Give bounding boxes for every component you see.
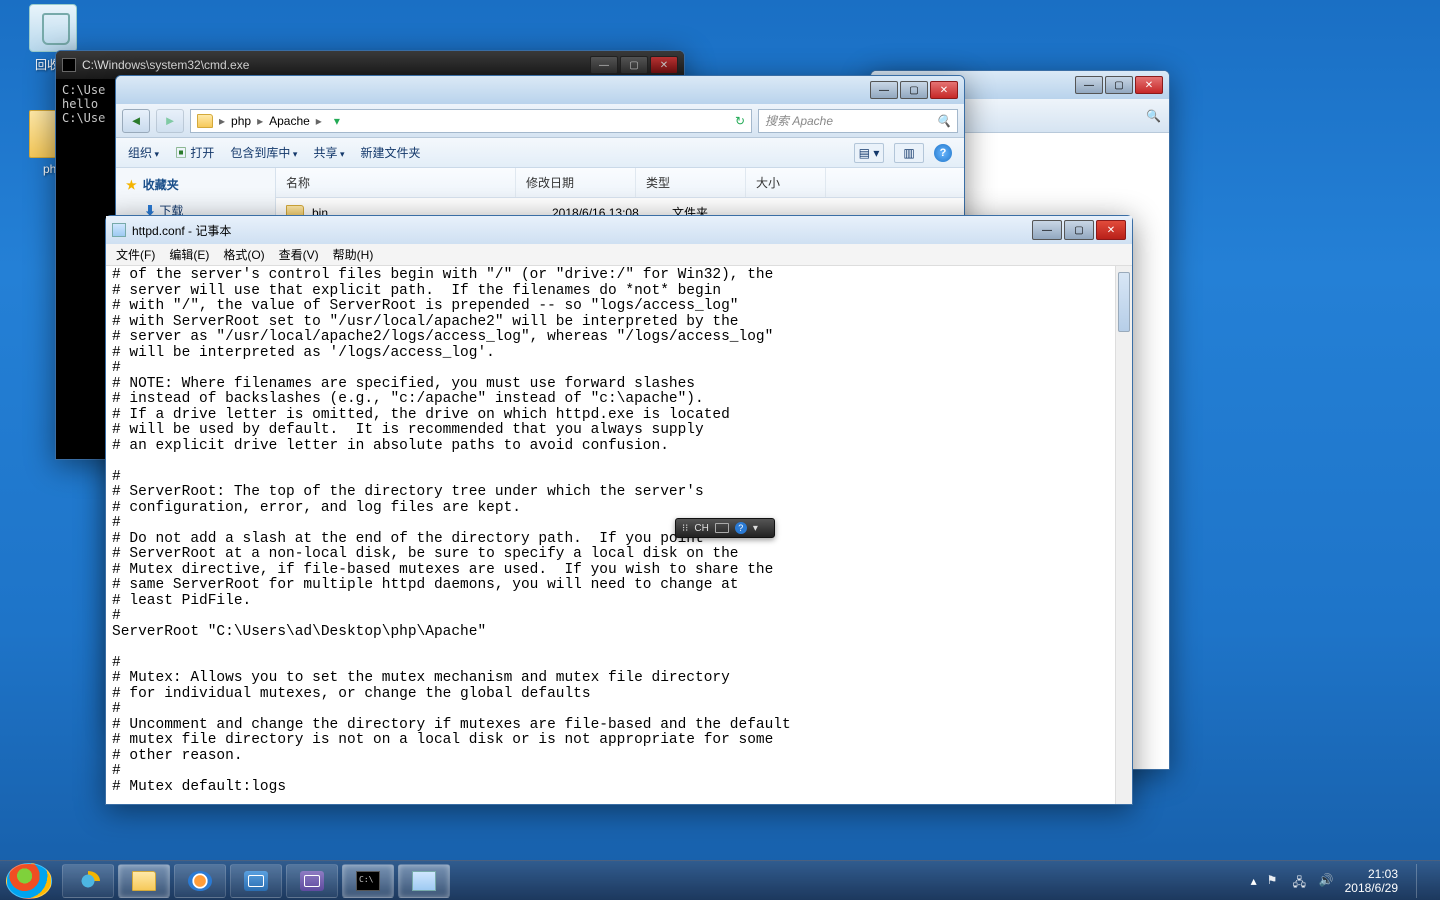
breadcrumb-sep: ▸ — [257, 114, 263, 128]
close-button[interactable]: ✕ — [1135, 76, 1163, 94]
minimize-button[interactable]: — — [590, 56, 618, 74]
search-icon: 🔍 — [936, 114, 951, 128]
sidebar-favorites[interactable]: ★收藏夹 — [126, 176, 265, 193]
menu-file[interactable]: 文件(F) — [110, 244, 161, 265]
taskbar-app[interactable] — [230, 864, 282, 898]
maximize-button[interactable]: ▢ — [620, 56, 648, 74]
preview-pane-button[interactable]: ▥ — [894, 143, 924, 163]
refresh-icon[interactable]: ↻ — [735, 114, 745, 128]
cmd-icon — [356, 871, 380, 891]
notepad-title: httpd.conf - 记事本 — [132, 222, 231, 239]
close-button[interactable]: ✕ — [1096, 220, 1126, 240]
col-size[interactable]: 大小 — [746, 168, 826, 197]
maximize-button[interactable]: ▢ — [900, 81, 928, 99]
tray-chevron-icon[interactable]: ▴ — [1251, 874, 1257, 888]
keyboard-icon[interactable] — [715, 523, 729, 533]
network-icon[interactable]: 🖧 — [1293, 873, 1309, 889]
menu-edit[interactable]: 编辑(E) — [163, 244, 215, 265]
refresh-button[interactable]: ▾ — [334, 114, 340, 128]
close-button[interactable]: ✕ — [650, 56, 678, 74]
breadcrumb-sep: ▸ — [316, 114, 322, 128]
cmd-icon — [62, 58, 76, 72]
taskbar-clock[interactable]: 21:03 2018/6/29 — [1345, 867, 1398, 895]
explorer-titlebar[interactable]: — ▢ ✕ — [116, 76, 964, 104]
taskbar-ie[interactable] — [62, 864, 114, 898]
search-placeholder: 搜索 Apache — [765, 112, 833, 129]
notepad-menubar: 文件(F) 编辑(E) 格式(O) 查看(V) 帮助(H) — [106, 244, 1132, 266]
system-tray: ▴ ⚑ 🖧 🔊 21:03 2018/6/29 — [1251, 864, 1434, 898]
menu-help[interactable]: 帮助(H) — [327, 244, 380, 265]
minimize-button[interactable]: — — [1075, 76, 1103, 94]
taskbar-explorer[interactable] — [118, 864, 170, 898]
toolbar-organize[interactable]: 组织 — [128, 144, 159, 161]
show-desktop-button[interactable] — [1416, 864, 1428, 898]
minimize-button[interactable]: — — [1032, 220, 1062, 240]
toolbar-share[interactable]: 共享 — [313, 144, 344, 161]
col-date[interactable]: 修改日期 — [516, 168, 636, 197]
search-icon[interactable]: 🔍 — [1146, 109, 1161, 123]
app-icon — [244, 871, 268, 891]
breadcrumb-seg[interactable]: php — [231, 114, 251, 128]
scrollbar-thumb[interactable] — [1118, 272, 1130, 332]
notepad-window[interactable]: httpd.conf - 记事本 — ▢ ✕ 文件(F) 编辑(E) 格式(O)… — [105, 215, 1133, 805]
toolbar-include[interactable]: 包含到库中 — [230, 144, 297, 161]
ime-options-icon[interactable]: ▾ — [753, 523, 758, 534]
taskbar-wmp[interactable] — [174, 864, 226, 898]
app-icon — [300, 871, 324, 891]
toolbar-open[interactable]: ▣ 打开 — [175, 144, 214, 161]
close-button[interactable]: ✕ — [930, 81, 958, 99]
breadcrumb-seg[interactable]: Apache — [269, 114, 310, 128]
start-button[interactable] — [6, 863, 52, 899]
notepad-icon — [412, 871, 436, 891]
col-type[interactable]: 类型 — [636, 168, 746, 197]
taskbar: ▴ ⚑ 🖧 🔊 21:03 2018/6/29 — [0, 860, 1440, 900]
explorer-nav-row: ◄ ► ▸ php ▸ Apache ▸ ▾ ↻ 搜索 Apache 🔍 — [116, 104, 964, 138]
view-button[interactable]: ▤ ▾ — [854, 143, 884, 163]
clock-date: 2018/6/29 — [1345, 881, 1398, 895]
folder-icon — [197, 114, 213, 128]
volume-icon[interactable]: 🔊 — [1319, 873, 1335, 889]
taskbar-notepad[interactable] — [398, 864, 450, 898]
column-headers[interactable]: 名称 修改日期 类型 大小 — [276, 168, 964, 198]
toolbar-newfolder[interactable]: 新建文件夹 — [361, 144, 421, 161]
search-input[interactable]: 搜索 Apache 🔍 — [758, 109, 958, 133]
ime-help-icon[interactable]: ? — [735, 522, 747, 534]
menu-view[interactable]: 查看(V) — [273, 244, 325, 265]
notepad-icon — [112, 223, 126, 237]
forward-button[interactable]: ► — [156, 109, 184, 133]
taskbar-cmd[interactable] — [342, 864, 394, 898]
explorer-toolbar: 组织 ▣ 打开 包含到库中 共享 新建文件夹 ▤ ▾ ▥ ? — [116, 138, 964, 168]
action-center-icon[interactable]: ⚑ — [1267, 873, 1283, 889]
recycle-bin-icon — [29, 4, 77, 52]
breadcrumb-sep: ▸ — [219, 114, 225, 128]
ie-icon — [76, 871, 100, 891]
ime-language-bar[interactable]: ⁝⁝ CH ? ▾ — [675, 518, 775, 538]
maximize-button[interactable]: ▢ — [1064, 220, 1094, 240]
taskbar-app2[interactable] — [286, 864, 338, 898]
help-button[interactable]: ? — [934, 144, 952, 162]
explorer-icon — [132, 871, 156, 891]
wmp-icon — [188, 871, 212, 891]
back-button[interactable]: ◄ — [122, 109, 150, 133]
menu-format[interactable]: 格式(O) — [217, 244, 270, 265]
address-bar[interactable]: ▸ php ▸ Apache ▸ ▾ ↻ — [190, 109, 752, 133]
notepad-titlebar[interactable]: httpd.conf - 记事本 — ▢ ✕ — [106, 216, 1132, 244]
cmd-title: C:\Windows\system32\cmd.exe — [82, 58, 249, 72]
vertical-scrollbar[interactable] — [1115, 266, 1132, 804]
minimize-button[interactable]: — — [870, 81, 898, 99]
star-icon: ★ — [126, 178, 137, 192]
maximize-button[interactable]: ▢ — [1105, 76, 1133, 94]
clock-time: 21:03 — [1345, 867, 1398, 881]
ime-label[interactable]: CH — [694, 523, 708, 534]
notepad-editor[interactable]: # of the server's control files begin wi… — [106, 266, 1132, 804]
col-name[interactable]: 名称 — [276, 168, 516, 197]
